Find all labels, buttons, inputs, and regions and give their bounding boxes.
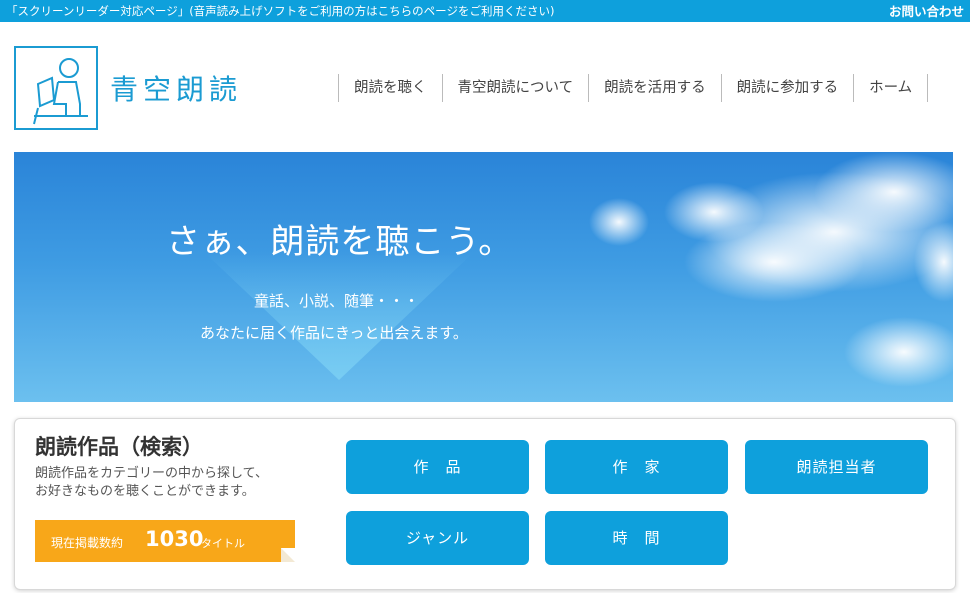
search-description: 朗読作品をカテゴリーの中から探して、 お好きなものを聴くことができます。 [35,465,315,501]
top-bar: 「スクリーンリーダー対応ページ」(音声読み上げソフトをご利用の方はこちらのページ… [0,0,970,22]
nav-item-join[interactable]: 朗読に参加する [720,74,854,102]
hero-subtext-2: あなたに届く作品にきっと出会えます。 [200,324,468,342]
nav-item-about[interactable]: 青空朗読について [441,74,589,102]
hero-headline: さぁ、朗読を聴こう。 [166,222,514,262]
nav-item-use[interactable]: 朗読を活用する [588,74,721,102]
work-button[interactable]: 作 品 [346,440,529,494]
title-count-badge: 現在掲載数約 1030 タイトル [35,520,295,562]
count-label: 現在掲載数約 [51,536,124,550]
count-unit: タイトル [201,537,245,550]
count-value: 1030 [145,527,204,551]
site-logo[interactable]: 青空朗読 [14,46,250,130]
nav-item-listen[interactable]: 朗読を聴く [338,74,442,102]
hero-subtext-1: 童話、小説、随筆・・・ [254,292,420,310]
cloud-shapes [589,152,953,387]
hero-banner: さぁ、朗読を聴こう。 童話、小説、随筆・・・ あなたに届く作品にきっと出会えます… [14,152,953,402]
narrator-button[interactable]: 朗読担当者 [745,440,928,494]
reader-logo-icon [14,46,98,130]
search-desc-line-1: 朗読作品をカテゴリーの中から探して、 [35,466,268,481]
screen-reader-link[interactable]: 「スクリーンリーダー対応ページ」(音声読み上げソフトをご利用の方はこちらのページ… [6,3,554,19]
logo-text: 青空朗読 [110,73,243,106]
genre-button[interactable]: ジャンル [346,511,529,565]
author-button[interactable]: 作 家 [545,440,728,494]
search-desc-line-2: お好きなものを聴くことができます。 [35,484,255,499]
search-title: 朗読作品（検索） [35,435,203,459]
search-panel: 朗読作品（検索） 朗読作品をカテゴリーの中から探して、 お好きなものを聴くことが… [14,418,956,590]
nav-item-home[interactable]: ホーム [853,74,929,102]
page-fold-corner [281,548,295,562]
contact-link[interactable]: お問い合わせ [889,1,964,20]
duration-button[interactable]: 時 間 [545,511,728,565]
sky-background [204,152,953,387]
main-nav: 朗読を聴く 青空朗読について 朗読を活用する 朗読に参加する ホーム [338,74,929,102]
